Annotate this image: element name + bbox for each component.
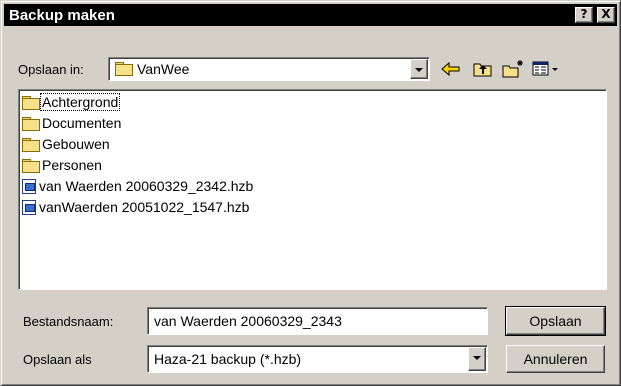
filename-label: Bestandsnaam:	[23, 314, 114, 329]
folder-icon	[22, 158, 40, 173]
list-item[interactable]: Personen	[22, 156, 103, 174]
backup-file-icon	[22, 178, 36, 194]
list-item[interactable]: vanWaerden 20051022_1547.hzb	[22, 198, 250, 216]
save-as-type-value: Haza-21 backup (*.hzb)	[154, 351, 302, 367]
close-icon: X	[601, 7, 611, 21]
save-in-dropdown[interactable]: VanWee	[108, 57, 430, 81]
save-in-value: VanWee	[137, 61, 190, 77]
help-icon: ?	[580, 7, 588, 21]
title-bar[interactable]: Backup maken ? X	[4, 4, 617, 26]
list-item-label: Gebouwen	[42, 136, 110, 152]
save-dialog: Backup maken ? X Opslaan in: VanWee Acht…	[0, 0, 621, 386]
list-item-label: Personen	[42, 157, 102, 173]
close-button[interactable]: X	[597, 7, 615, 23]
cancel-button[interactable]: Annuleren	[506, 345, 605, 373]
new-folder-icon[interactable]	[501, 58, 525, 80]
backup-file-icon	[22, 199, 36, 215]
filename-field[interactable]: van Waerden 20060329_2343	[147, 307, 488, 335]
folder-icon	[22, 116, 40, 131]
save-button[interactable]: Opslaan	[505, 306, 606, 336]
list-item-label: Achtergrond	[39, 93, 121, 111]
filename-value: van Waerden 20060329_2343	[154, 313, 342, 329]
save-as-type-label: Opslaan als	[23, 352, 92, 367]
list-item[interactable]: van Waerden 20060329_2342.hzb	[22, 177, 254, 195]
dialog-title: Backup maken	[9, 6, 115, 24]
list-item[interactable]: Documenten	[22, 114, 122, 132]
save-in-label: Opslaan in:	[18, 62, 84, 77]
save-button-label: Opslaan	[529, 313, 582, 329]
list-item-label: van Waerden 20060329_2342.hzb	[39, 178, 254, 194]
back-icon[interactable]	[439, 58, 463, 80]
folder-icon	[115, 62, 133, 76]
file-list[interactable]: Achtergrond Documenten Gebouwen Personen…	[18, 89, 607, 290]
folder-icon	[22, 137, 40, 152]
chevron-down-icon[interactable]	[410, 59, 428, 79]
folder-icon	[22, 95, 40, 110]
help-button[interactable]: ?	[575, 7, 593, 23]
up-folder-icon[interactable]	[471, 58, 495, 80]
save-as-type-dropdown[interactable]: Haza-21 backup (*.hzb)	[147, 345, 488, 373]
view-menu-icon[interactable]	[531, 58, 563, 80]
cancel-button-label: Annuleren	[523, 351, 588, 367]
list-item[interactable]: Achtergrond	[22, 93, 121, 111]
list-item[interactable]: Gebouwen	[22, 135, 111, 153]
list-item-label: vanWaerden 20051022_1547.hzb	[39, 199, 250, 215]
list-item-label: Documenten	[42, 115, 122, 131]
chevron-down-icon[interactable]	[468, 347, 486, 371]
